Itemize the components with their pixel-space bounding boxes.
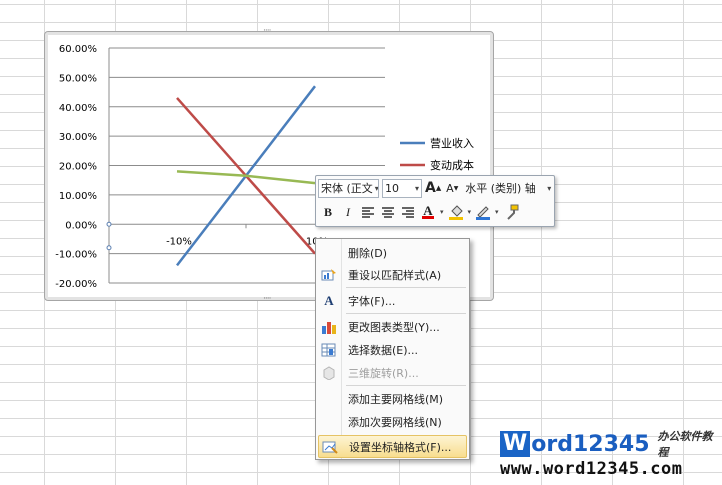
menu-item-label: 三维旋转(R)... bbox=[348, 366, 419, 380]
x-tick-label: -10% bbox=[166, 236, 192, 247]
chevron-down-icon: ▾ bbox=[414, 183, 419, 193]
shrink-font-button[interactable]: A ▼ bbox=[444, 179, 460, 197]
menu-separator bbox=[346, 287, 466, 288]
y-tick-label: 50.00% bbox=[59, 73, 97, 84]
y-tick-label: 0.00% bbox=[65, 220, 97, 231]
menu-item-select-data[interactable]: 选择数据(E)... bbox=[318, 339, 467, 360]
grow-font-button[interactable]: A ▲ bbox=[425, 179, 441, 197]
align-center-icon[interactable] bbox=[380, 203, 396, 221]
select-data-icon bbox=[318, 341, 340, 359]
context-menu: 删除(D) 重设以匹配样式(A) A 字体(F)... 更改图表类型(Y)...… bbox=[315, 238, 470, 460]
shrink-font-icon: A bbox=[446, 181, 454, 195]
menu-separator bbox=[346, 385, 466, 386]
mini-toolbar: 宋体 (正文 ▾ 10 ▾ A▲ A▼ 水平 (类别) 轴 ▾ B I A bbox=[315, 175, 555, 227]
font-size-value: 10 bbox=[385, 181, 399, 195]
3d-rotation-icon bbox=[318, 364, 340, 382]
menu-item-label: 设置坐标轴格式(F)... bbox=[349, 440, 452, 454]
menu-item-3d-rotation: 三维旋转(R)... bbox=[318, 362, 467, 383]
menu-item-label: 删除(D) bbox=[348, 246, 388, 260]
legend-label: 营业收入 bbox=[430, 136, 474, 150]
grow-font-icon: A bbox=[425, 180, 436, 196]
y-tick-label: -20.00% bbox=[55, 279, 97, 290]
watermark-brand-letter: W bbox=[500, 431, 531, 457]
watermark-subtitle: 办公软件教程 bbox=[657, 430, 713, 459]
align-left-icon[interactable] bbox=[360, 203, 376, 221]
menu-item-label: 字体(F)... bbox=[348, 294, 396, 308]
y-tick-label: 60.00% bbox=[59, 44, 97, 55]
chevron-down-icon[interactable]: ▾ bbox=[440, 208, 444, 216]
chart-element-selector[interactable]: 水平 (类别) 轴 ▾ bbox=[463, 180, 553, 197]
format-axis-icon bbox=[319, 438, 341, 456]
watermark: W ord12345 办公软件教程 www.word12345.com bbox=[500, 430, 722, 485]
y-tick-label: -10.00% bbox=[55, 250, 97, 261]
chevron-down-icon: ▾ bbox=[374, 183, 379, 193]
italic-button[interactable]: I bbox=[340, 203, 356, 221]
menu-separator bbox=[346, 313, 466, 314]
font-icon: A bbox=[324, 292, 334, 308]
menu-item-format-axis[interactable]: 设置坐标轴格式(F)... bbox=[318, 435, 467, 458]
menu-item-label: 添加次要网格线(N) bbox=[348, 415, 442, 429]
menu-item-add-major-gridlines[interactable]: 添加主要网格线(M) bbox=[318, 388, 467, 409]
y-tick-label: 40.00% bbox=[59, 103, 97, 114]
bold-button[interactable]: B bbox=[320, 203, 336, 221]
watermark-url: www.word12345.com bbox=[500, 459, 683, 479]
chart-element-value: 水平 (类别) 轴 bbox=[465, 182, 536, 195]
font-color-icon: A bbox=[423, 202, 433, 218]
y-tick-label: 10.00% bbox=[59, 191, 97, 202]
font-name-value: 宋体 (正文 bbox=[321, 182, 373, 195]
font-name-combo[interactable]: 宋体 (正文 ▾ bbox=[318, 178, 379, 198]
chevron-down-icon: ▾ bbox=[547, 183, 552, 193]
menu-item-add-minor-gridlines[interactable]: 添加次要网格线(N) bbox=[318, 411, 467, 432]
axis-selection-handle bbox=[106, 221, 112, 227]
menu-item-label: 更改图表类型(Y)... bbox=[348, 320, 440, 334]
align-right-icon[interactable] bbox=[400, 203, 416, 221]
menu-item-label: 重设以匹配样式(A) bbox=[348, 268, 442, 282]
reset-style-icon bbox=[318, 266, 340, 284]
chevron-down-icon[interactable]: ▾ bbox=[495, 208, 499, 216]
format-painter-icon[interactable] bbox=[503, 203, 519, 221]
axis-selection-handle bbox=[106, 245, 112, 251]
menu-item-font[interactable]: A 字体(F)... bbox=[318, 290, 467, 311]
watermark-brand-name: ord12345 bbox=[531, 431, 650, 457]
chart-type-icon bbox=[318, 318, 340, 336]
legend-label: 变动成本 bbox=[430, 158, 474, 172]
menu-item-reset-style[interactable]: 重设以匹配样式(A) bbox=[318, 264, 467, 285]
y-tick-label: 30.00% bbox=[59, 132, 97, 143]
menu-item-label: 添加主要网格线(M) bbox=[348, 392, 444, 406]
font-size-combo[interactable]: 10 ▾ bbox=[382, 178, 422, 198]
line-color-icon[interactable] bbox=[475, 203, 491, 221]
menu-item-label: 选择数据(E)... bbox=[348, 343, 419, 357]
menu-item-delete[interactable]: 删除(D) bbox=[318, 242, 467, 263]
chevron-down-icon[interactable]: ▾ bbox=[468, 208, 472, 216]
font-color-button[interactable]: A bbox=[420, 203, 436, 221]
y-tick-label: 20.00% bbox=[59, 162, 97, 173]
menu-item-change-chart-type[interactable]: 更改图表类型(Y)... bbox=[318, 316, 467, 337]
fill-color-icon[interactable] bbox=[448, 203, 464, 221]
